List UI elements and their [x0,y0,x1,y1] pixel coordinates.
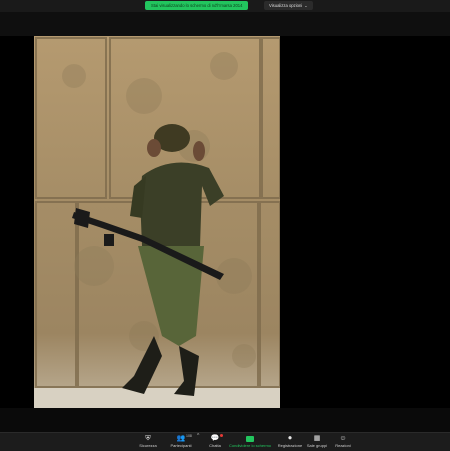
breakout-rooms-icon: ▦ [313,435,321,442]
breakout-rooms-button[interactable]: ▦ Sale gruppi [306,434,328,450]
reactions-icon: ☺ [339,435,347,442]
record-label: Registrazione [277,443,303,448]
participants-count: 108 [186,434,192,438]
header-spacer [0,12,450,36]
chat-notification-dot [220,434,223,437]
shared-screen-area [0,36,450,408]
photo-illustration [34,37,280,408]
screen-share-banner: Stai visualizzando lo schermo di nd'h'ma… [145,1,249,10]
security-button[interactable]: ⛨ Sicurezza [136,434,160,450]
reactions-button[interactable]: ☺ Reazioni [332,434,354,450]
record-button[interactable]: ⏺ Registrazione [276,434,304,450]
chevron-down-icon: ⌄ [304,3,308,8]
view-options-label: Visualizza opzioni [269,3,303,8]
share-screen-button[interactable]: Condividere lo schermo [228,434,272,450]
reactions-label: Reazioni [335,443,351,448]
participants-label: Partecipanti [170,443,192,448]
participants-caret-icon[interactable]: ^ [197,433,199,439]
shield-icon: ⛨ [145,435,151,442]
share-screen-label: Condividere lo schermo [228,443,272,448]
record-icon: ⏺ [288,435,292,442]
bottom-spacer [0,408,450,432]
share-screen-icon [246,436,254,442]
meeting-toolbar: ⛨ Sicurezza 👥 Partecipanti 108 ^ 💬 Chatt… [0,432,450,451]
shared-photo-soldier-at-wall [34,36,280,408]
view-options-button[interactable]: Visualizza opzioni ⌄ [264,1,313,10]
top-bar: Stai visualizzando lo schermo di nd'h'ma… [0,0,450,12]
breakout-rooms-label: Sale gruppi [306,443,328,448]
chat-label: Chatta [209,443,221,448]
security-label: Sicurezza [139,443,157,448]
